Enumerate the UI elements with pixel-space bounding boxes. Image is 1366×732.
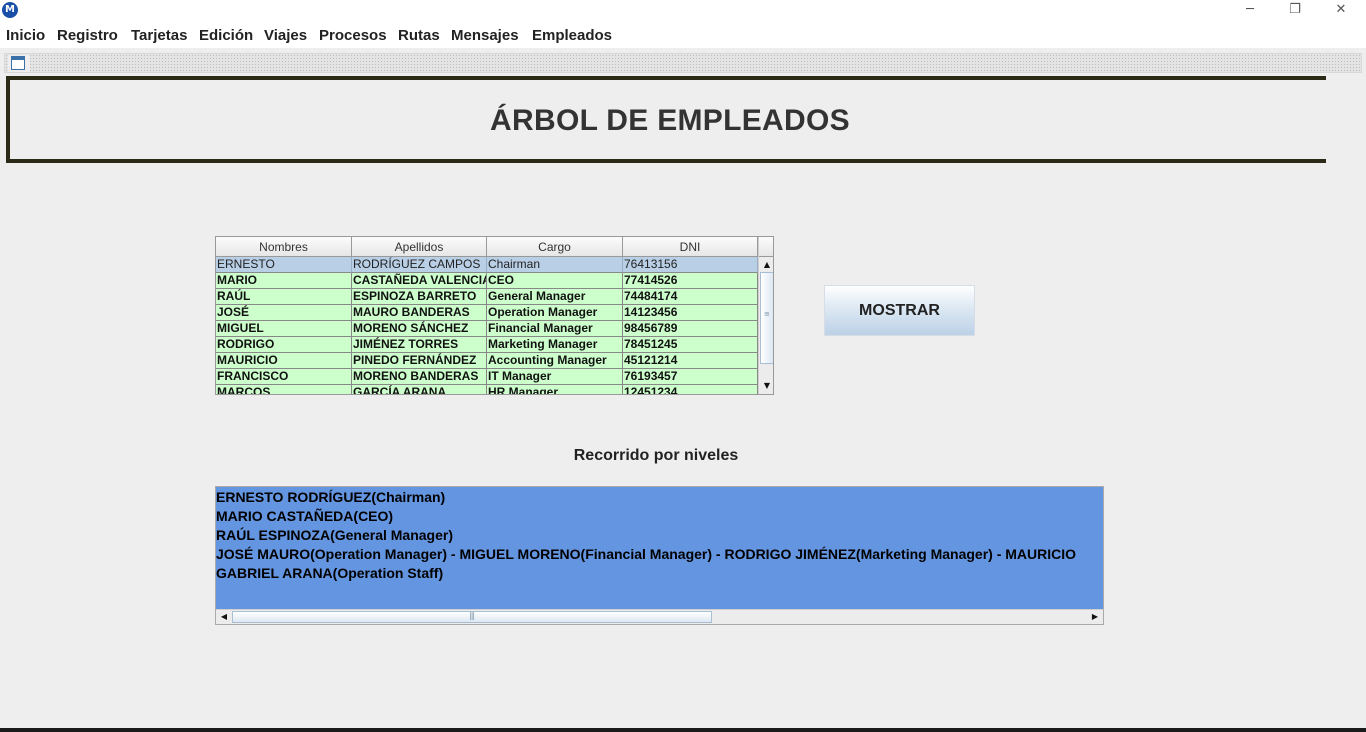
scroll-up-arrow-icon[interactable]: ▲ (760, 258, 773, 272)
table-row[interactable]: MIGUEL MORENO SÁNCHEZ Financial Manager 984… (216, 321, 758, 337)
table-vertical-scrollbar[interactable]: ▲ ≡ ▼ (758, 237, 773, 394)
menu-empleados[interactable]: Empleados (532, 27, 612, 44)
cell-cargo[interactable]: CEO (487, 273, 623, 289)
cell-dni[interactable]: 12451234 (623, 385, 758, 394)
cell-cargo[interactable]: Financial Manager (487, 321, 623, 337)
cell-nombres[interactable]: MIGUEL (216, 321, 352, 337)
levels-horizontal-scrollbar[interactable]: ◀ ||| ▶ (216, 609, 1103, 624)
cell-cargo[interactable]: Accounting Manager (487, 353, 623, 369)
cell-apellidos[interactable]: MAURO BANDERAS (352, 305, 487, 321)
table-row[interactable]: FRANCISCO MORENO BANDERAS IT Manager 761934… (216, 369, 758, 385)
table-row[interactable]: RODRIGO JIMÉNEZ TORRES Marketing Manager 78… (216, 337, 758, 353)
cell-nombres[interactable]: MAURICIO (216, 353, 352, 369)
cell-apellidos[interactable]: MORENO BANDERAS (352, 369, 487, 385)
cell-apellidos[interactable]: JIMÉNEZ TORRES (352, 337, 487, 353)
desktop-pane: ÁRBOL DE EMPLEADOS Nombres Apellidos Car… (0, 48, 1366, 728)
column-header-cargo[interactable]: Cargo (487, 237, 623, 257)
column-header-dni[interactable]: DNI (623, 237, 758, 257)
cell-dni[interactable]: 98456789 (623, 321, 758, 337)
menu-mensajes[interactable]: Mensajes (451, 27, 519, 44)
levels-text-area[interactable]: ERNESTO RODRÍGUEZ(Chairman) MARIO CASTAÑ… (216, 487, 1103, 609)
table-body: ERNESTO RODRÍGUEZ CAMPOS Chairman 76413156 M… (216, 257, 758, 394)
table-header: Nombres Apellidos Cargo DNI (216, 237, 758, 257)
cell-apellidos[interactable]: RODRÍGUEZ CAMPOS (352, 257, 487, 273)
cell-dni[interactable]: 74484174 (623, 289, 758, 305)
cell-apellidos[interactable]: PINEDO FERNÁNDEZ (352, 353, 487, 369)
scroll-right-arrow-icon[interactable]: ▶ (1088, 610, 1102, 624)
level-line: RAÚL ESPINOZA(General Manager) (216, 527, 454, 543)
menu-viajes[interactable]: Viajes (264, 27, 307, 44)
menu-procesos[interactable]: Procesos (319, 27, 387, 44)
grip-icon: ≡ (764, 310, 770, 318)
level-line: JOSÉ MAURO(Operation Manager) - MIGUEL M… (216, 546, 1077, 562)
cell-apellidos[interactable]: GARCÍA ARANA (352, 385, 487, 394)
cell-nombres[interactable]: MARIO (216, 273, 352, 289)
cell-dni[interactable]: 78451245 (623, 337, 758, 353)
level-line: MARIO CASTAÑEDA(CEO) (216, 508, 394, 524)
internal-frame-titlebar[interactable] (4, 53, 1362, 73)
scroll-down-arrow-icon[interactable]: ▼ (760, 379, 773, 393)
employees-table[interactable]: Nombres Apellidos Cargo DNI ERNESTO RODRÍ… (215, 236, 774, 395)
cell-dni[interactable]: 77414526 (623, 273, 758, 289)
restore-button[interactable]: ❐ (1272, 0, 1318, 22)
column-header-apellidos[interactable]: Apellidos (352, 237, 487, 257)
frame-window-icon[interactable] (11, 56, 25, 70)
cell-dni[interactable]: 76193457 (623, 369, 758, 385)
column-header-nombres[interactable]: Nombres (216, 237, 352, 257)
menu-tarjetas[interactable]: Tarjetas (131, 27, 187, 44)
header-banner: ÁRBOL DE EMPLEADOS (6, 76, 1326, 163)
menu-inicio[interactable]: Inicio (6, 27, 45, 44)
cell-cargo[interactable]: Operation Manager (487, 305, 623, 321)
menu-edicion[interactable]: Edición (199, 27, 253, 44)
close-button[interactable]: ✕ (1318, 0, 1364, 22)
page-title: ÁRBOL DE EMPLEADOS (490, 104, 850, 137)
levels-traversal-label: Recorrido por niveles (573, 447, 739, 464)
cell-nombres[interactable]: RODRIGO (216, 337, 352, 353)
cell-cargo[interactable]: IT Manager (487, 369, 623, 385)
cell-apellidos[interactable]: CASTAÑEDA VALENCIA (352, 273, 487, 289)
cell-cargo[interactable]: HR Manager (487, 385, 623, 394)
table-row[interactable]: JOSÉ MAURO BANDERAS Operation Manager 14123… (216, 305, 758, 321)
minimize-button[interactable]: ─ (1227, 0, 1273, 22)
cell-apellidos[interactable]: MORENO SÁNCHEZ (352, 321, 487, 337)
cell-dni[interactable]: 76413156 (623, 257, 758, 273)
menu-rutas[interactable]: Rutas (398, 27, 440, 44)
cell-nombres[interactable]: FRANCISCO (216, 369, 352, 385)
window-titlebar: M ─ ❐ ✕ (0, 0, 1366, 22)
mostrar-button[interactable]: MOSTRAR (824, 285, 975, 336)
cell-cargo[interactable]: Marketing Manager (487, 337, 623, 353)
scroll-left-arrow-icon[interactable]: ◀ (217, 610, 231, 624)
table-row[interactable]: ERNESTO RODRÍGUEZ CAMPOS Chairman 76413156 (216, 257, 758, 273)
hgrip-icon: ||| (469, 611, 475, 620)
cell-nombres[interactable]: JOSÉ (216, 305, 352, 321)
internal-frame-content: ÁRBOL DE EMPLEADOS Nombres Apellidos Car… (4, 73, 1362, 723)
level-line: GABRIEL ARANA(Operation Staff) (216, 565, 444, 581)
menu-registro[interactable]: Registro (57, 27, 118, 44)
cell-dni[interactable]: 45121214 (623, 353, 758, 369)
table-row[interactable]: MARCOS GARCÍA ARANA HR Manager 12451234 (216, 385, 758, 394)
vertical-scroll-thumb[interactable]: ≡ (760, 272, 773, 364)
cell-cargo[interactable]: Chairman (487, 257, 623, 273)
cell-apellidos[interactable]: ESPINOZA BARRETO (352, 289, 487, 305)
table-row[interactable]: RAÚL ESPINOZA BARRETO General Manager 74484… (216, 289, 758, 305)
levels-scroll-pane[interactable]: ERNESTO RODRÍGUEZ(Chairman) MARIO CASTAÑ… (215, 486, 1104, 625)
cell-nombres[interactable]: MARCOS (216, 385, 352, 394)
app-logo-icon: M (2, 2, 18, 18)
table-row[interactable]: MARIO CASTAÑEDA VALENCIA CEO 77414526 (216, 273, 758, 289)
menu-bar: Inicio Registro Tarjetas Edición Viajes … (0, 22, 1366, 48)
taskbar-edge (0, 728, 1366, 732)
cell-nombres[interactable]: RAÚL (216, 289, 352, 305)
cell-dni[interactable]: 14123456 (623, 305, 758, 321)
level-line: ERNESTO RODRÍGUEZ(Chairman) (216, 489, 446, 505)
cell-nombres[interactable]: ERNESTO (216, 257, 352, 273)
table-row[interactable]: MAURICIO PINEDO FERNÁNDEZ Accounting Manag… (216, 353, 758, 369)
cell-cargo[interactable]: General Manager (487, 289, 623, 305)
